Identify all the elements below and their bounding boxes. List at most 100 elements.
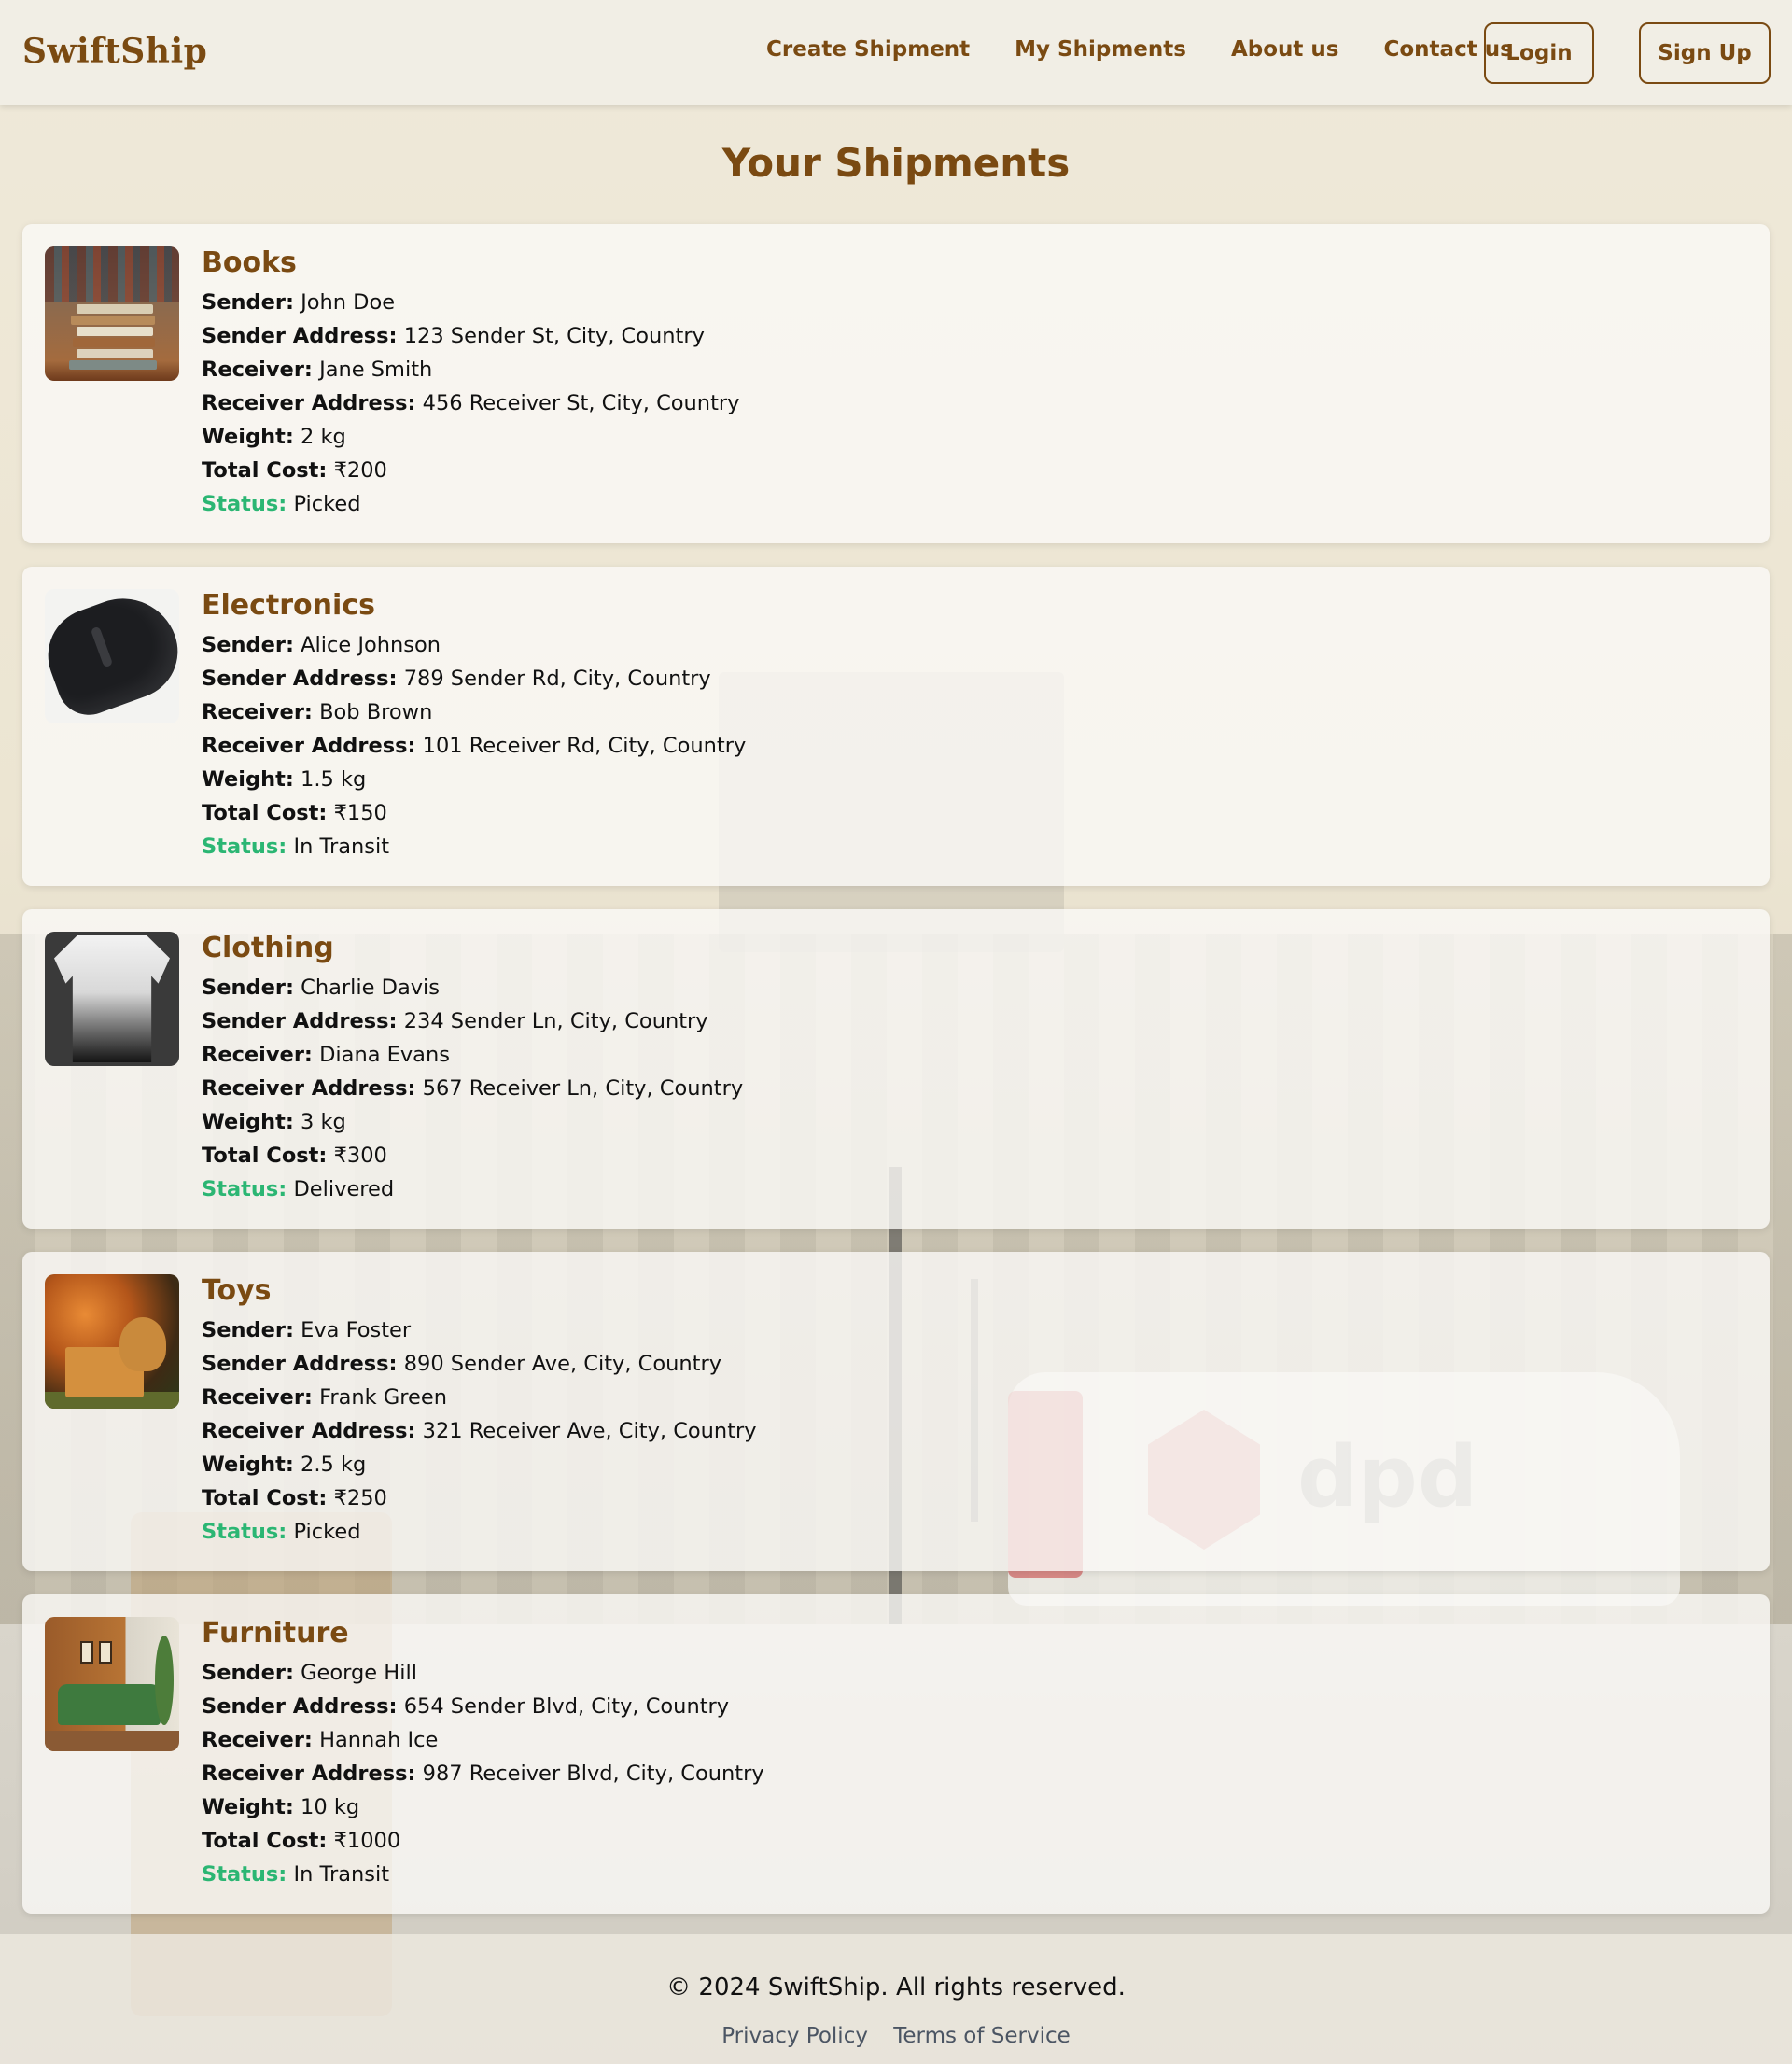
sender-address-value: 789 Sender Rd, City, Country [403,667,711,691]
sender-row: Sender: John Doe [202,290,396,315]
weight-value: 10 kg [301,1795,360,1819]
receiver-address-row: Receiver Address: 987 Receiver Blvd, Cit… [202,1762,764,1786]
sender-value: Alice Johnson [301,633,441,657]
sender-value: George Hill [301,1661,417,1685]
status-value: Picked [293,492,361,516]
shipment-card: Books Sender: John Doe Sender Address: 1… [22,224,1770,543]
shipment-title: Books [202,246,297,279]
receiver-row: Receiver: Hannah Ice [202,1728,439,1752]
shipment-title: Toys [202,1274,272,1307]
footer-links: Privacy Policy Terms of Service [0,2024,1792,2048]
shipment-list: Books Sender: John Doe Sender Address: 1… [22,224,1770,1937]
total-cost-row: Total Cost: ₹250 [202,1486,387,1510]
shipment-details: Electronics Sender: Alice Johnson Sender… [202,589,746,864]
shipment-details: Toys Sender: Eva Foster Sender Address: … [202,1274,757,1549]
mouse-image [45,589,179,723]
receiver-address-row: Receiver Address: 456 Receiver St, City,… [202,391,740,415]
status-row: Status: Picked [202,1520,361,1544]
status-value: In Transit [293,835,390,859]
nav-create-shipment[interactable]: Create Shipment [766,37,970,62]
signup-button[interactable]: Sign Up [1639,22,1771,84]
shipment-card: Clothing Sender: Charlie Davis Sender Ad… [22,909,1770,1229]
receiver-address-row: Receiver Address: 321 Receiver Ave, City… [202,1419,757,1443]
total-cost-row: Total Cost: ₹150 [202,801,387,825]
shipment-details: Furniture Sender: George Hill Sender Add… [202,1617,764,1891]
sender-row: Sender: Alice Johnson [202,633,441,657]
status-value: In Transit [293,1862,390,1887]
weight-row: Weight: 3 kg [202,1110,346,1134]
total-cost-row: Total Cost: ₹1000 [202,1829,401,1853]
receiver-address-row: Receiver Address: 567 Receiver Ln, City,… [202,1076,744,1101]
receiver-row: Receiver: Jane Smith [202,358,433,382]
receiver-row: Receiver: Bob Brown [202,700,433,724]
weight-row: Weight: 2.5 kg [202,1453,367,1477]
receiver-address-row: Receiver Address: 101 Receiver Rd, City,… [202,734,747,758]
status-row: Status: Picked [202,492,361,516]
receiver-row: Receiver: Diana Evans [202,1043,450,1067]
status-row: Status: In Transit [202,1862,390,1887]
status-value: Delivered [293,1177,395,1201]
shipment-card: Toys Sender: Eva Foster Sender Address: … [22,1252,1770,1571]
status-row: Status: In Transit [202,835,390,859]
sender-value: John Doe [301,290,396,315]
weight-row: Weight: 10 kg [202,1795,360,1819]
sender-row: Sender: Eva Foster [202,1318,412,1342]
weight-value: 2.5 kg [301,1453,367,1477]
sender-address-value: 234 Sender Ln, City, Country [403,1009,708,1033]
sender-address-row: Sender Address: 890 Sender Ave, City, Co… [202,1352,722,1376]
receiver-value: Bob Brown [319,700,433,724]
receiver-value: Hannah Ice [319,1728,439,1752]
weight-value: 2 kg [301,425,346,449]
sender-address-row: Sender Address: 234 Sender Ln, City, Cou… [202,1009,708,1033]
sender-row: Sender: George Hill [202,1661,417,1685]
sender-address-row: Sender Address: 123 Sender St, City, Cou… [202,324,705,348]
main-nav: Create Shipment My Shipments About us Co… [766,37,1513,62]
status-row: Status: Delivered [202,1177,395,1201]
receiver-value: Jane Smith [319,358,433,382]
weight-value: 1.5 kg [301,767,367,792]
nav-about-us[interactable]: About us [1231,37,1339,62]
sender-row: Sender: Charlie Davis [202,976,441,1000]
status-value: Picked [293,1520,361,1544]
brand-logo[interactable]: SwiftShip [22,32,207,71]
shipment-card: Electronics Sender: Alice Johnson Sender… [22,567,1770,886]
receiver-address-value: 321 Receiver Ave, City, Country [422,1419,757,1443]
sender-address-row: Sender Address: 789 Sender Rd, City, Cou… [202,667,711,691]
terms-of-service-link[interactable]: Terms of Service [893,2024,1071,2048]
total-cost-value: ₹1000 [333,1829,401,1853]
shirt-image [45,932,179,1066]
shipment-details: Books Sender: John Doe Sender Address: 1… [202,246,739,521]
receiver-address-value: 101 Receiver Rd, City, Country [422,734,747,758]
total-cost-value: ₹200 [333,458,387,483]
total-cost-value: ₹250 [333,1486,387,1510]
receiver-address-value: 456 Receiver St, City, Country [422,391,740,415]
shipment-details: Clothing Sender: Charlie Davis Sender Ad… [202,932,743,1206]
shipment-title: Electronics [202,589,375,622]
privacy-policy-link[interactable]: Privacy Policy [721,2024,868,2048]
receiver-value: Frank Green [319,1385,448,1410]
login-button[interactable]: Login [1484,22,1594,84]
books-image [45,246,179,381]
sender-address-value: 654 Sender Blvd, City, Country [403,1694,730,1719]
total-cost-value: ₹300 [333,1144,387,1168]
weight-row: Weight: 2 kg [202,425,346,449]
copyright-text: © 2024 SwiftShip. All rights reserved. [666,1973,1126,2001]
sender-address-value: 890 Sender Ave, City, Country [403,1352,722,1376]
shipment-card: Furniture Sender: George Hill Sender Add… [22,1594,1770,1914]
sender-address-row: Sender Address: 654 Sender Blvd, City, C… [202,1694,730,1719]
teddy-bear-image [45,1274,179,1409]
weight-value: 3 kg [301,1110,346,1134]
sender-value: Eva Foster [301,1318,412,1342]
shipment-title: Furniture [202,1617,349,1650]
shipment-title: Clothing [202,932,334,964]
receiver-address-value: 567 Receiver Ln, City, Country [422,1076,744,1101]
receiver-address-value: 987 Receiver Blvd, City, Country [422,1762,764,1786]
total-cost-row: Total Cost: ₹300 [202,1144,387,1168]
receiver-row: Receiver: Frank Green [202,1385,448,1410]
page-title: Your Shipments [721,140,1071,186]
sofa-image [45,1617,179,1751]
nav-my-shipments[interactable]: My Shipments [1015,37,1186,62]
sender-value: Charlie Davis [301,976,441,1000]
top-navbar: SwiftShip Create Shipment My Shipments A… [0,0,1792,105]
total-cost-row: Total Cost: ₹200 [202,458,387,483]
